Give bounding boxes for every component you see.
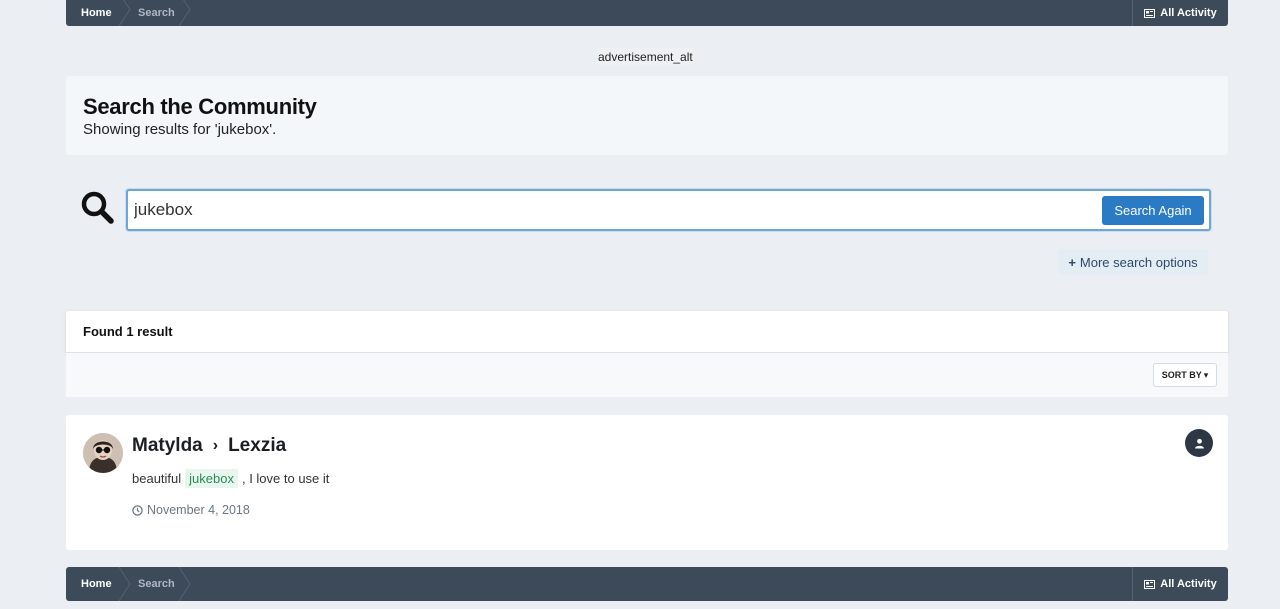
more-search-options-label: More search options (1079, 254, 1198, 270)
breadcrumb-search: Search (138, 578, 175, 590)
breadcrumb-home-link[interactable]: Home (81, 567, 112, 601)
result-snippet: beautiful jukebox , I love to use it (132, 469, 329, 488)
results-subtitle: Showing results for 'jukebox'. (83, 121, 277, 138)
avatar[interactable] (83, 433, 123, 473)
search-again-button[interactable]: Search Again (1102, 196, 1204, 225)
author-link[interactable]: Matylda (132, 435, 203, 457)
snippet-text-after: , I love to use it (241, 471, 330, 486)
breadcrumb-separator-icon (178, 567, 192, 601)
target-user-link[interactable]: Lexzia (228, 435, 286, 457)
user-icon (1185, 429, 1213, 457)
all-activity-label: All Activity (1160, 578, 1217, 590)
all-activity-label: All Activity (1160, 7, 1217, 19)
all-activity-link[interactable]: All Activity (1132, 567, 1228, 601)
result-date: November 4, 2018 (132, 503, 250, 517)
breadcrumb-home-link[interactable]: Home (81, 0, 112, 26)
result-date-text: November 4, 2018 (147, 503, 250, 517)
results-toolbar: SORT BY ▾ (66, 353, 1228, 397)
search-header-panel: Search the Community Showing results for… (66, 76, 1228, 155)
result-title: Matylda › Lexzia (132, 435, 286, 457)
more-search-options-button[interactable]: + More search options (1058, 249, 1208, 275)
snippet-text-before: beautiful (132, 471, 182, 486)
caret-down-icon: ▾ (1203, 369, 1209, 380)
results-count: Found 1 result (83, 324, 173, 339)
search-input[interactable] (134, 199, 1034, 221)
breadcrumb-search: Search (138, 7, 175, 19)
sort-by-label: SORT BY (1161, 370, 1202, 380)
clock-icon (132, 504, 143, 516)
results-count-header: Found 1 result (66, 311, 1228, 353)
search-field-container: Search Again (126, 189, 1211, 231)
search-icon (80, 190, 114, 224)
breadcrumb-separator-icon (178, 0, 192, 26)
search-term-highlight: jukebox (185, 469, 238, 488)
result-item: Matylda › Lexzia beautiful jukebox , I l… (66, 415, 1228, 550)
plus-icon: + (1068, 254, 1076, 270)
chevron-right-icon: › (212, 437, 219, 454)
breadcrumb-separator-icon (118, 0, 132, 26)
breadcrumb-separator-icon (118, 567, 132, 601)
breadcrumb-top: Home Search All Activity (66, 0, 1228, 26)
results-summary-panel: Found 1 result SORT BY ▾ (66, 311, 1228, 397)
all-activity-link[interactable]: All Activity (1132, 0, 1228, 26)
advertisement-placeholder: advertisement_alt (597, 48, 694, 65)
page-title: Search the Community (83, 94, 317, 119)
sort-by-button[interactable]: SORT BY ▾ (1153, 363, 1217, 387)
newspaper-icon (1144, 579, 1156, 589)
breadcrumb-bottom: Home Search All Activity (66, 567, 1228, 601)
newspaper-icon (1144, 8, 1156, 18)
